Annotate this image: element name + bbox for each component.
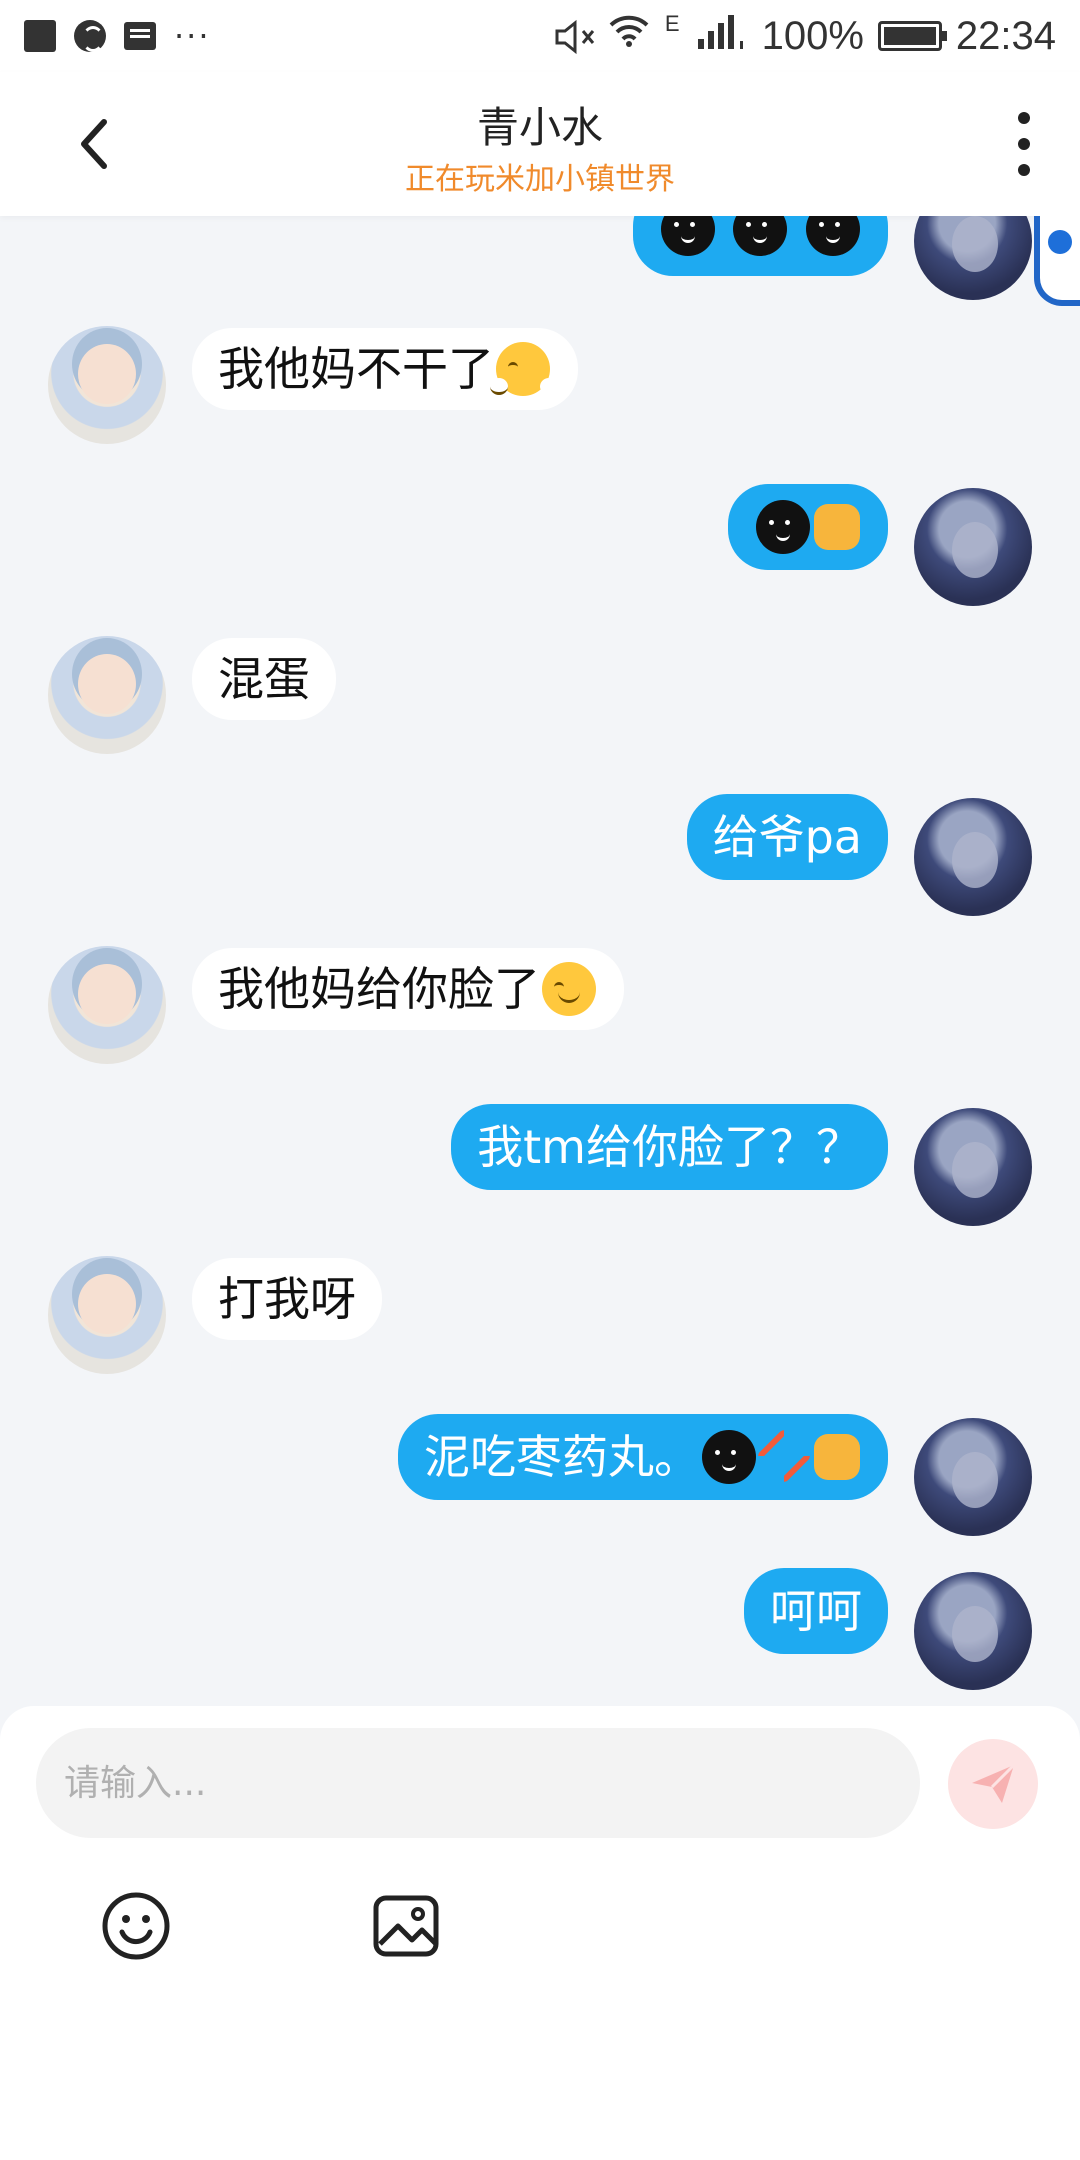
message-bubble[interactable]: 我他妈给你脸了 xyxy=(192,948,624,1030)
message-bubble[interactable]: 我tm给你脸了？？ xyxy=(451,1104,888,1190)
message-text: 我他妈给你脸了 xyxy=(218,962,540,1016)
message-text: 我tm给你脸了？？ xyxy=(477,1120,862,1174)
black-face-emoji xyxy=(702,1429,756,1484)
message-bubble[interactable]: 混蛋 xyxy=(192,638,336,720)
message-bubble[interactable]: 呵呵 xyxy=(744,1568,888,1654)
message-icon xyxy=(124,22,156,50)
battery-icon xyxy=(877,21,947,51)
avatar-contact[interactable] xyxy=(48,946,166,1064)
smile-emoji xyxy=(542,961,596,1016)
message-bubble-partial[interactable] xyxy=(632,216,888,276)
emoji-icon xyxy=(102,1892,170,1960)
avatar-self[interactable] xyxy=(914,1418,1032,1536)
message-input[interactable] xyxy=(36,1728,920,1838)
message-text: 泥吃枣药丸。 xyxy=(424,1430,700,1484)
network-type: E xyxy=(664,11,680,36)
avatar-self[interactable] xyxy=(914,488,1032,606)
avatar-contact[interactable] xyxy=(48,326,166,444)
mute-icon xyxy=(553,19,595,55)
black-face-emoji xyxy=(806,216,860,256)
message-bubble[interactable] xyxy=(728,484,888,570)
message-text: 呵呵 xyxy=(770,1584,862,1638)
wifi-icon xyxy=(607,13,651,59)
send-button[interactable] xyxy=(948,1739,1038,1829)
image-icon xyxy=(373,1895,439,1957)
message-bubble[interactable]: 泥吃枣药丸。 xyxy=(398,1414,888,1500)
message-text: 打我呀 xyxy=(218,1272,356,1326)
message-text: 我他妈不干了 xyxy=(218,342,494,396)
avatar-self[interactable] xyxy=(914,798,1032,916)
black-face-emoji xyxy=(756,499,810,554)
more-button[interactable] xyxy=(1014,112,1034,176)
message-bubble[interactable]: 打我呀 xyxy=(192,1258,382,1340)
more-notifications-icon: ··· xyxy=(174,17,211,55)
notification-square-icon xyxy=(24,20,56,52)
message-text: 给爷pa xyxy=(712,810,862,864)
avatar-self[interactable] xyxy=(914,1572,1032,1690)
battery-percent: 100% xyxy=(761,13,864,58)
avatar-self[interactable] xyxy=(914,1108,1032,1226)
clock: 22:34 xyxy=(955,13,1056,58)
more-vertical-icon xyxy=(1018,112,1030,124)
send-icon xyxy=(972,1763,1016,1803)
rocket-float-icon[interactable] xyxy=(1034,216,1080,306)
message-text: 混蛋 xyxy=(218,652,310,706)
steam-face-emoji xyxy=(490,341,550,396)
chat-subtitle: 正在玩米加小镇世界 xyxy=(405,162,675,197)
chat-header: 青小水 正在玩米加小镇世界 xyxy=(0,72,1080,216)
fist-emoji xyxy=(814,503,860,550)
fist-emoji xyxy=(814,1433,860,1480)
status-bar: ··· E 100% 22:34 xyxy=(0,0,1080,72)
avatar-self[interactable] xyxy=(914,216,1032,300)
image-button[interactable] xyxy=(366,1886,446,1966)
avatar-contact[interactable] xyxy=(48,1256,166,1374)
globe-icon xyxy=(74,20,106,52)
black-face-emoji xyxy=(660,216,715,256)
message-bubble[interactable]: 给爷pa xyxy=(686,794,888,880)
black-face-emoji xyxy=(733,216,788,256)
message-bubble[interactable]: 我他妈不干了 xyxy=(192,328,578,410)
signal-icon xyxy=(694,11,748,61)
anger-emoji xyxy=(760,1432,810,1482)
emoji-button[interactable] xyxy=(96,1886,176,1966)
avatar-contact[interactable] xyxy=(48,636,166,754)
chat-title: 青小水 xyxy=(476,103,603,152)
composer xyxy=(0,1706,1080,2160)
message-list[interactable]: 我他妈不干了 混蛋 给爷pa 我他妈给你脸了 我tm给你脸了？？ 打我呀 泥吃枣… xyxy=(0,216,1080,1706)
